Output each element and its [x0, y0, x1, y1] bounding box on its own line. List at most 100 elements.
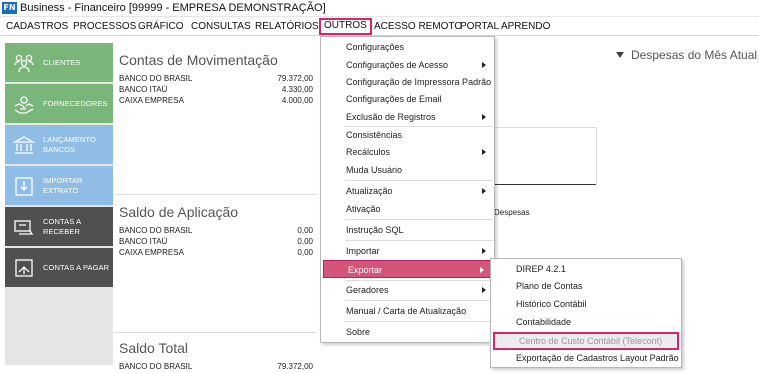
account-name: CAIXA EMPRESA	[119, 96, 184, 105]
account-name: CAIXA EMPRESA	[119, 248, 184, 257]
menu-item-ativacao[interactable]: Ativação	[322, 200, 493, 218]
menu-grafico[interactable]: GRÁFICO	[138, 19, 184, 34]
sidebar-item-fornecedores[interactable]: FORNECEDORES	[5, 84, 113, 125]
account-name: BANCO ITAÚ	[119, 237, 168, 246]
menu-item-label: Consistências	[346, 130, 403, 140]
menu-item-configuracoes-acesso[interactable]: Configurações de Acesso	[322, 56, 493, 74]
menu-processos[interactable]: PROCESSOS	[73, 19, 136, 34]
divider	[596, 127, 597, 185]
chart-axis	[495, 184, 596, 185]
menu-separator	[345, 321, 493, 322]
submenu-arrow-icon	[480, 267, 484, 273]
account-value: 4.330,00	[281, 85, 313, 94]
account-value: 0,00	[297, 237, 313, 246]
menu-item-label: Exclusão de Registros	[346, 112, 436, 122]
menu-item-exportar[interactable]: Exportar	[323, 260, 492, 278]
menu-item-exportacao-cadastros[interactable]: Exportação de Cadastros Layout Padrão	[492, 349, 680, 367]
menu-item-impressora-padrao[interactable]: Configuração de Impressora Padrão	[322, 73, 493, 91]
menu-item-label: Importar	[346, 246, 380, 256]
receivables-icon	[14, 220, 34, 235]
account-name: BANCO DO BRASIL	[119, 362, 193, 371]
menu-acesso-remoto[interactable]: ACESSO REMOTO	[374, 19, 462, 34]
menu-item-exclusao-registros[interactable]: Exclusão de Registros	[322, 108, 493, 126]
menu-item-label: Configurações de Email	[346, 94, 442, 104]
panel-contas-movimentacao: Contas de Movimentação BANCO DO BRASIL 79…	[114, 44, 317, 194]
menu-outros[interactable]: OUTROS	[319, 18, 372, 35]
sidebar-item-label: FORNECEDORES	[43, 98, 108, 108]
account-value: 4.000,00	[281, 96, 313, 105]
menu-item-muda-usuario[interactable]: Muda Usuário	[322, 161, 493, 179]
menu-item-configuracoes[interactable]: Configurações	[322, 38, 493, 56]
panel-title: Contas de Movimentação	[119, 52, 278, 68]
menu-item-contabilidade[interactable]: Contabilidade	[492, 313, 680, 331]
menu-item-importar[interactable]: Importar	[322, 242, 493, 260]
menu-item-centro-custo-contabil[interactable]: Centro de Custo Contábil (Telecont)	[493, 332, 679, 350]
menu-item-label: Centro de Custo Contábil (Telecont)	[519, 336, 663, 346]
menu-bar: CADASTROS PROCESSOS GRÁFICO CONSULTAS RE…	[0, 17, 759, 36]
menu-item-label: Configuração de Impressora Padrão	[346, 77, 492, 87]
menu-item-label: Ativação	[346, 204, 381, 214]
window-title: Business - Financeiro [99999 - EMPRESA D…	[20, 2, 326, 14]
menu-item-consistencias[interactable]: Consistências	[322, 126, 493, 144]
menu-item-label: Exportar	[348, 265, 383, 275]
menu-item-historico-contabil[interactable]: Histórico Contábil	[492, 295, 680, 313]
menu-relatorios[interactable]: RELATÓRIOS	[255, 19, 319, 34]
table-row: BANCO DO BRASIL 79.372,00	[119, 361, 313, 372]
menu-item-label: Configurações	[346, 42, 405, 52]
menu-item-manual[interactable]: Manual / Carta de Atualização	[322, 302, 493, 320]
menu-item-geradores[interactable]: Geradores	[322, 281, 493, 299]
sidebar-item-contas-receber[interactable]: CONTAS A RECEBER	[5, 207, 113, 248]
outros-menu: Configurações Configurações de Acesso Co…	[320, 36, 495, 343]
menu-item-label: Manual / Carta de Atualização	[346, 306, 467, 316]
menu-separator	[345, 240, 493, 241]
table-row: BANCO ITAÚ 0,00	[119, 236, 313, 247]
panel-title: Despesas do Mês Atual	[631, 48, 758, 62]
menu-item-label: Geradores	[346, 285, 389, 295]
menu-item-configuracoes-email[interactable]: Configurações de Email	[322, 90, 493, 108]
menu-item-sobre[interactable]: Sobre	[322, 323, 493, 341]
import-statement-icon	[15, 177, 33, 196]
menu-consultas[interactable]: CONSULTAS	[191, 19, 251, 34]
menu-item-label: DIREP 4.2.1	[516, 264, 566, 274]
account-value: 79.372,00	[277, 74, 313, 83]
menu-item-label: Muda Usuário	[346, 165, 403, 175]
sidebar-item-clientes[interactable]: CLIENTES	[5, 43, 113, 84]
account-value: 79.372,00	[277, 362, 313, 371]
collapse-icon[interactable]	[616, 52, 624, 58]
submenu-arrow-icon	[482, 248, 486, 254]
sidebar-item-lancamento-bancos[interactable]: LANÇAMENTO BANCOS	[5, 125, 113, 166]
menu-item-atualizacao[interactable]: Atualização	[322, 182, 493, 200]
menu-item-plano-contas[interactable]: Plano de Contas	[492, 277, 680, 295]
sidebar-item-label: IMPORTAR EXTRATO	[43, 175, 83, 195]
suppliers-icon	[14, 96, 34, 114]
menu-portal-aprendo[interactable]: PORTAL APRENDO	[460, 19, 550, 34]
sidebar-item-importar-extrato[interactable]: IMPORTAR EXTRATO	[5, 166, 113, 207]
sidebar-item-contas-pagar[interactable]: CONTAS A PAGAR	[5, 248, 113, 289]
sidebar-item-label: CONTAS A PAGAR	[43, 262, 110, 272]
panel-saldo-aplicacao: Saldo de Aplicação BANCO DO BRASIL 0,00 B…	[114, 196, 317, 332]
menu-item-recalculos[interactable]: Recálculos	[322, 143, 493, 161]
menu-item-direp[interactable]: DIREP 4.2.1	[492, 260, 680, 278]
table-row: BANCO ITAÚ 4.330,00	[119, 84, 313, 95]
sidebar-item-label: LANÇAMENTO BANCOS	[43, 134, 96, 154]
clients-icon	[14, 54, 34, 73]
account-name: BANCO DO BRASIL	[119, 74, 193, 83]
account-value: 0,00	[297, 248, 313, 257]
bank-icon	[13, 136, 35, 154]
exportar-submenu: DIREP 4.2.1 Plano de Contas Histórico Co…	[490, 258, 682, 368]
menu-separator	[345, 219, 493, 220]
account-name: BANCO ITAÚ	[119, 85, 168, 94]
menu-item-instrucao-sql[interactable]: Instrução SQL	[322, 221, 493, 239]
menu-item-label: Contabilidade	[516, 317, 572, 327]
submenu-arrow-icon	[482, 114, 486, 120]
table-row: CAIXA EMPRESA 0,00	[119, 247, 313, 258]
panel-despesas: Despesas do Mês Atual	[612, 44, 759, 64]
table-row: CAIXA EMPRESA 4.000,00	[119, 95, 313, 106]
payables-icon	[15, 259, 33, 277]
menu-cadastros[interactable]: CADASTROS	[6, 19, 68, 34]
menu-item-label: Atualização	[346, 186, 393, 196]
submenu-arrow-icon	[482, 62, 486, 68]
divider	[495, 127, 596, 128]
table-row: BANCO DO BRASIL 0,00	[119, 225, 313, 236]
submenu-arrow-icon	[482, 188, 486, 194]
